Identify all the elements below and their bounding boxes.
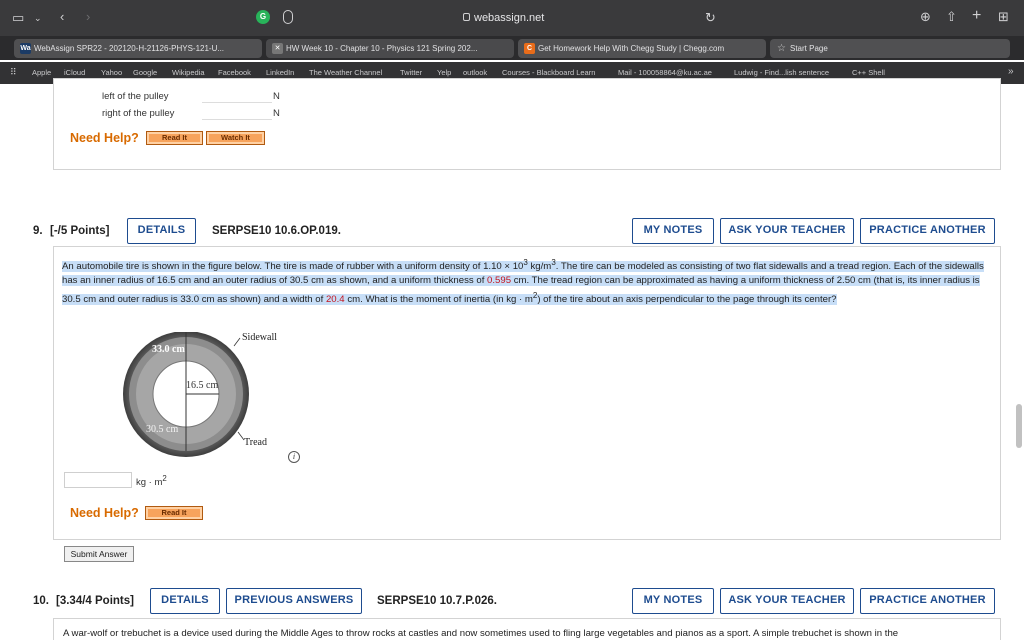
- browser-window: ▭ ⌄ ‹ › G webassign.net ↻ ⊕ ⇧ + ⊞ Wa Web…: [0, 0, 1024, 640]
- chegg-favicon-icon: C: [524, 43, 535, 54]
- outer-radius-label: 33.0 cm: [152, 344, 185, 355]
- tab-bar: Wa WebAssign SPR22 - 202120-H-21126-PHYS…: [0, 36, 1024, 60]
- webassign-page: left of the pulley N right of the pulley…: [0, 78, 1024, 640]
- question-number: 10.: [33, 595, 49, 607]
- left-tension-input[interactable]: [202, 89, 272, 103]
- new-tab-icon[interactable]: +: [972, 8, 981, 24]
- question-code: SERPSE10 10.6.OP.019.: [212, 225, 341, 237]
- read-it-button[interactable]: Read It: [146, 131, 203, 145]
- read-it-button[interactable]: Read It: [145, 506, 203, 520]
- my-notes-button[interactable]: MY NOTES: [632, 588, 714, 614]
- question-code: SERPSE10 10.7.P.026.: [377, 595, 497, 607]
- question-8-box: left of the pulley N right of the pulley…: [53, 78, 1001, 170]
- more-bookmarks-icon[interactable]: »: [1008, 67, 1014, 77]
- question-points: [3.34/4 Points]: [56, 595, 134, 607]
- forward-icon[interactable]: ›: [86, 9, 90, 25]
- need-help-label: Need Help?: [70, 131, 139, 145]
- moment-of-inertia-input[interactable]: [64, 472, 132, 488]
- bookmark-apple[interactable]: Apple: [32, 68, 51, 78]
- tab-label: Start Page: [790, 44, 828, 53]
- unit-label: N: [273, 91, 280, 102]
- practice-another-button[interactable]: PRACTICE ANOTHER: [860, 588, 995, 614]
- tab-start-page[interactable]: ☆ Start Page: [770, 39, 1010, 58]
- address-bar[interactable]: webassign.net: [474, 11, 544, 25]
- lock-icon: [463, 13, 470, 21]
- question-text: An automobile tire is shown in the figur…: [62, 256, 992, 307]
- mid-radius-label: 30.5 cm: [146, 424, 179, 435]
- bookmark-wikipedia[interactable]: Wikipedia: [172, 68, 205, 78]
- tab-overview-icon[interactable]: ⊞: [998, 9, 1009, 25]
- grid-icon[interactable]: ⠿: [10, 67, 17, 77]
- practice-another-button[interactable]: PRACTICE ANOTHER: [860, 218, 995, 244]
- sidewall-pointer: [233, 337, 241, 347]
- row-label: left of the pulley: [102, 91, 169, 102]
- extension-grammarly-icon[interactable]: G: [256, 10, 270, 24]
- question-10-body: A war-wolf or trebuchet is a device used…: [53, 618, 1001, 640]
- close-tab-icon[interactable]: ✕: [272, 43, 283, 54]
- bookmark-outlook[interactable]: outlook: [463, 68, 487, 78]
- sidebar-toggle-icon[interactable]: ▭: [12, 10, 24, 26]
- details-button[interactable]: DETAILS: [127, 218, 196, 244]
- chevron-down-icon[interactable]: ⌄: [34, 10, 42, 26]
- question-text-highlight: An automobile tire is shown in the figur…: [62, 258, 984, 305]
- info-icon[interactable]: i: [288, 451, 300, 463]
- previous-answers-button[interactable]: PREVIOUS ANSWERS: [226, 588, 362, 614]
- watch-it-button[interactable]: Watch It: [206, 131, 265, 145]
- bookmark-ludwig[interactable]: Ludwig - Find...lish sentence: [734, 68, 829, 78]
- bookmark-cpp-shell[interactable]: C++ Shell: [852, 68, 885, 78]
- tread-width-value: 20.4: [325, 293, 345, 305]
- bookmark-linkedin[interactable]: LinkedIn: [266, 68, 294, 78]
- right-tension-input[interactable]: [202, 106, 272, 120]
- tab-hw-week10[interactable]: ✕ HW Week 10 - Chapter 10 - Physics 121 …: [266, 39, 514, 58]
- share-icon[interactable]: ⇧: [946, 9, 957, 25]
- tread-label: Tread: [244, 437, 267, 448]
- webassign-favicon-icon: Wa: [20, 43, 31, 54]
- tab-label: Get Homework Help With Chegg Study | Che…: [538, 44, 725, 53]
- tab-webassign[interactable]: Wa WebAssign SPR22 - 202120-H-21126-PHYS…: [14, 39, 262, 58]
- bookmark-blackboard[interactable]: Courses - Blackboard Learn: [502, 68, 595, 78]
- bookmark-mail[interactable]: Mail - 100058864@ku.ac.ae: [618, 68, 712, 78]
- bookmark-yahoo[interactable]: Yahoo: [101, 68, 122, 78]
- sidewall-label: Sidewall: [242, 332, 277, 343]
- tab-label: WebAssign SPR22 - 202120-H-21126-PHYS-12…: [34, 44, 225, 53]
- submit-answer-button[interactable]: Submit Answer: [64, 546, 134, 562]
- ask-your-teacher-button[interactable]: ASK YOUR TEACHER: [720, 218, 854, 244]
- page-scrollbar[interactable]: [1016, 404, 1022, 448]
- question-text: A war-wolf or trebuchet is a device used…: [63, 628, 899, 639]
- browser-toolbar: ▭ ⌄ ‹ › G webassign.net ↻ ⊕ ⇧ + ⊞: [0, 0, 1024, 36]
- bookmark-yelp[interactable]: Yelp: [437, 68, 451, 78]
- row-label: right of the pulley: [102, 108, 175, 119]
- reload-icon[interactable]: ↻: [705, 10, 716, 26]
- ask-your-teacher-button[interactable]: ASK YOUR TEACHER: [720, 588, 854, 614]
- sidewall-thickness-value: 0.595: [487, 275, 512, 287]
- bookmark-icloud[interactable]: iCloud: [64, 68, 85, 78]
- inner-radius-label: 16.5 cm: [186, 380, 219, 391]
- question-number: 9.: [33, 225, 43, 237]
- bookmark-weather[interactable]: The Weather Channel: [309, 68, 382, 78]
- download-icon[interactable]: ⊕: [920, 9, 931, 25]
- tab-label: HW Week 10 - Chapter 10 - Physics 121 Sp…: [286, 44, 478, 53]
- need-help-label: Need Help?: [70, 506, 139, 520]
- bookmark-google[interactable]: Google: [133, 68, 157, 78]
- star-icon: ☆: [777, 43, 786, 54]
- tab-chegg[interactable]: C Get Homework Help With Chegg Study | C…: [518, 39, 766, 58]
- unit-label: N: [273, 108, 280, 119]
- bookmark-twitter[interactable]: Twitter: [400, 68, 422, 78]
- question-points: [-/5 Points]: [50, 225, 110, 237]
- extension-privacy-icon[interactable]: [283, 10, 293, 24]
- bookmark-facebook[interactable]: Facebook: [218, 68, 251, 78]
- details-button[interactable]: DETAILS: [150, 588, 220, 614]
- answer-unit: kg · m2: [136, 474, 167, 489]
- back-icon[interactable]: ‹: [60, 9, 64, 25]
- my-notes-button[interactable]: MY NOTES: [632, 218, 714, 244]
- tire-figure: [123, 332, 249, 457]
